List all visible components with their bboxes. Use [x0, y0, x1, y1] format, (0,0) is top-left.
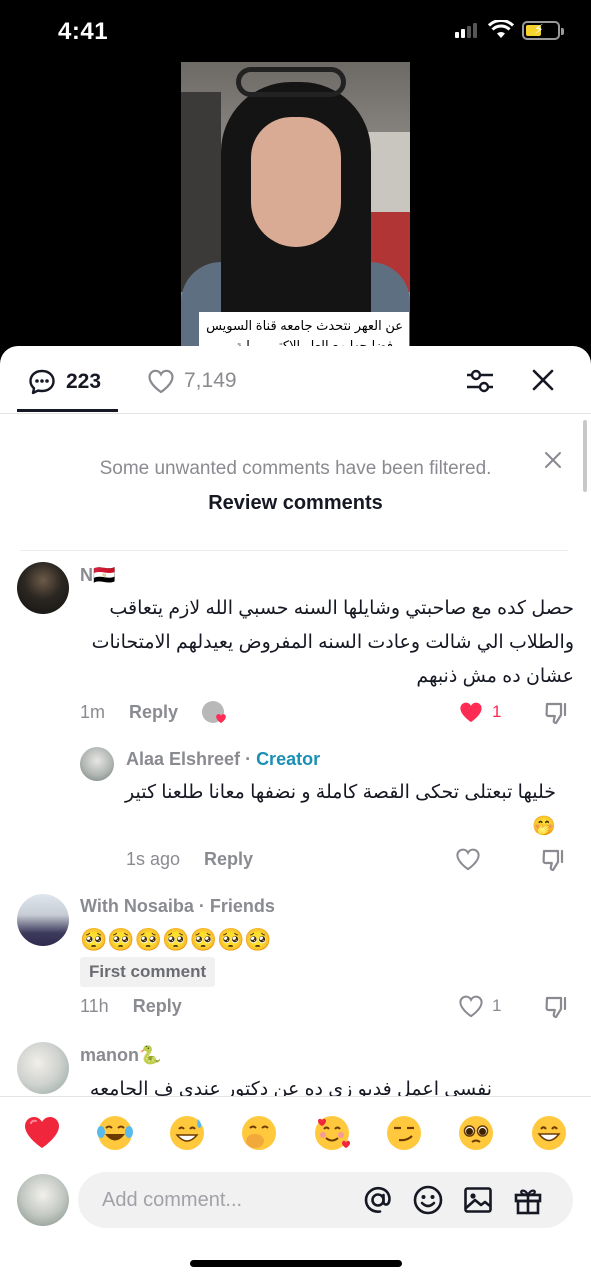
- comment-meta: 1s ago Reply: [126, 849, 253, 870]
- comments-sheet: 223 7,149 Some unwanted comments have be…: [0, 346, 591, 1280]
- sliders-icon[interactable]: [465, 367, 495, 395]
- creator-name[interactable]: Alaa Elshreef: [126, 749, 240, 769]
- reply-button[interactable]: Reply: [129, 702, 178, 723]
- tears-of-joy-emoji[interactable]: [95, 1113, 135, 1153]
- battery-icon: ⚡: [522, 21, 564, 40]
- status-time: 4:41: [58, 18, 109, 45]
- wifi-icon: [488, 20, 514, 38]
- creator-badge: Creator: [256, 749, 321, 769]
- comment-username[interactable]: Alaa Elshreef · Creator: [126, 749, 320, 770]
- heart-outline-icon: [459, 995, 483, 1018]
- comment-time: 1s ago: [126, 849, 181, 869]
- avatar[interactable]: [80, 747, 114, 781]
- filtered-message: Some unwanted comments have been filtere…: [99, 458, 492, 479]
- comments-header: 223 7,149: [0, 346, 591, 414]
- emoji-quick-bar: [0, 1096, 591, 1168]
- comment-text: نفسي اعمل فديو زي ده عن دكتور عندي ف الج…: [89, 1079, 492, 1096]
- comment-count: 223: [66, 370, 102, 393]
- comment-username[interactable]: manon🐍: [80, 1045, 161, 1066]
- dislike-icon[interactable]: [541, 847, 567, 873]
- first-comment-badge: First comment: [80, 957, 216, 987]
- close-icon[interactable]: [543, 450, 563, 470]
- comment-meta: 1m Reply: [80, 702, 178, 723]
- grinning-emoji[interactable]: [529, 1113, 569, 1153]
- heart-emoji[interactable]: [22, 1113, 62, 1153]
- reply-button[interactable]: Reply: [204, 849, 253, 870]
- comment-icon: [29, 369, 55, 395]
- comment-text: 🥺🥺🥺🥺🥺🥺🥺: [80, 927, 272, 952]
- status-bar: 4:41 ⚡: [0, 0, 591, 62]
- like-count: 1: [492, 702, 502, 721]
- video-preview[interactable]: عن العهر نتحدث جامعه قناة السويس و فضايح…: [181, 62, 410, 352]
- image-icon[interactable]: [462, 1184, 494, 1216]
- like-count: 7,149: [184, 369, 237, 392]
- review-comments-link[interactable]: Review comments: [0, 492, 591, 515]
- grinning-sweat-emoji[interactable]: [167, 1113, 207, 1153]
- comment-placeholder: Add comment...: [102, 1189, 243, 1211]
- heart-outline-icon: [148, 369, 174, 394]
- emoji-icon[interactable]: [412, 1184, 444, 1216]
- reply-button[interactable]: Reply: [133, 996, 182, 1017]
- like-button[interactable]: 1: [458, 994, 501, 1018]
- comment-composer: Add comment...: [0, 1168, 591, 1280]
- comment-input[interactable]: Add comment...: [78, 1172, 573, 1228]
- comment-text: حصل كده مع صاحبتي وشايلها السنه حسبي الل…: [91, 598, 574, 687]
- avatar[interactable]: [17, 1042, 69, 1094]
- filtered-notice: Some unwanted comments have been filtere…: [0, 458, 591, 515]
- dislike-icon[interactable]: [544, 700, 570, 726]
- tab-comments[interactable]: 223: [28, 368, 101, 396]
- avatar[interactable]: [17, 562, 69, 614]
- at-icon[interactable]: [362, 1184, 394, 1216]
- comment-meta: 11h Reply: [80, 996, 182, 1017]
- avatar[interactable]: [17, 1174, 69, 1226]
- comment-text: خليها تبعتلى تحكى القصة كاملة و نضفها مع…: [125, 782, 556, 837]
- dislike-icon[interactable]: [544, 994, 570, 1020]
- sunglasses: [236, 67, 346, 97]
- cellular-signal-icon: [455, 23, 477, 38]
- pleading-emoji[interactable]: [456, 1113, 496, 1153]
- comment-username[interactable]: With Nosaiba · Friends: [80, 896, 275, 917]
- comment-time: 11h: [80, 996, 109, 1016]
- avatar[interactable]: [17, 894, 69, 946]
- divider: [20, 550, 568, 551]
- hand-over-mouth-emoji[interactable]: [239, 1113, 279, 1153]
- like-count: 1: [492, 996, 502, 1015]
- heart-filled-icon: [460, 702, 482, 723]
- heart-outline-icon[interactable]: [455, 847, 481, 871]
- home-indicator: [190, 1260, 402, 1267]
- close-icon[interactable]: [530, 367, 556, 393]
- smirk-emoji[interactable]: [384, 1113, 424, 1153]
- heart-filled-icon: [216, 714, 226, 724]
- gift-icon[interactable]: [512, 1184, 544, 1216]
- comment-time: 1m: [80, 702, 106, 722]
- tab-underline: [17, 409, 118, 412]
- like-button[interactable]: 1: [458, 700, 501, 724]
- smiling-hearts-emoji[interactable]: [312, 1113, 352, 1153]
- tab-likes[interactable]: 7,149: [147, 368, 237, 394]
- comment-username[interactable]: N🇪🇬: [80, 565, 115, 586]
